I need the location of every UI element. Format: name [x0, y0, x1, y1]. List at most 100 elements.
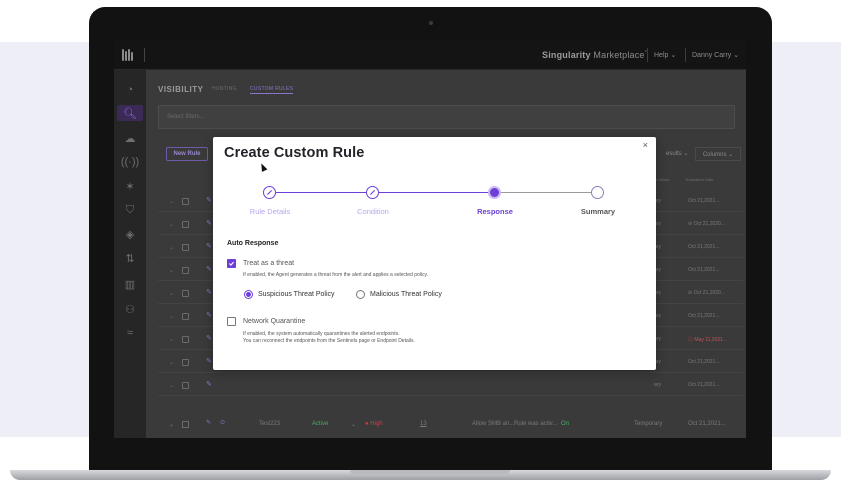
user-icon[interactable]: ⚇	[122, 301, 138, 317]
reports-bars-icon[interactable]: ▥	[122, 276, 138, 292]
filter-placeholder: Select filters...	[167, 114, 205, 120]
expand-chevron-icon[interactable]: ⌄	[169, 336, 174, 343]
stage: Singularity Marketplace° Help ⌄ Danny Ca…	[0, 0, 841, 485]
modal-title: Create Custom Rule	[224, 145, 365, 161]
row-checkbox[interactable]	[182, 290, 189, 297]
checkmark-icon	[229, 261, 235, 266]
row-checkbox[interactable]	[182, 267, 189, 274]
rule-name[interactable]: Test223	[259, 421, 280, 427]
expand-chevron-icon[interactable]: ⌄	[169, 267, 174, 274]
table-row[interactable]: ⌄ ✎ ary Oct 21,2021...	[158, 375, 743, 396]
table-row[interactable]: ⌄ ✎ ⊙ Test223 Active ⌄ ● High 13 Allow S…	[158, 414, 743, 435]
tab-custom-rules[interactable]: CUSTOM RULES	[250, 86, 294, 94]
user-menu[interactable]: Danny Carry ⌄	[692, 51, 739, 59]
rule-mode: ary	[654, 382, 661, 388]
visibility-search-icon[interactable]: 🔍︎	[117, 105, 143, 121]
edit-pencil-icon[interactable]: ✎	[206, 265, 212, 273]
row-checkbox[interactable]	[182, 382, 189, 389]
row-checkbox[interactable]	[182, 359, 189, 366]
suspicious-policy-radio[interactable]	[244, 290, 253, 299]
malicious-policy-label[interactable]: Malicious Threat Policy	[370, 291, 442, 298]
sync-icon[interactable]: ⇅	[122, 250, 138, 266]
expand-chevron-icon[interactable]: ⌄	[169, 221, 174, 228]
edit-pencil-icon[interactable]: ✎	[206, 311, 212, 319]
edit-pencil-icon[interactable]: ✎	[206, 288, 212, 296]
treat-as-threat-description: If enabled, the Agent generates a threat…	[243, 272, 429, 278]
shield-icon[interactable]: ⛉	[122, 202, 138, 218]
rule-date: Oct 21,2021...	[688, 313, 720, 319]
rule-mode: Temporary	[634, 421, 663, 427]
settings-sliders-icon[interactable]: ≈	[122, 325, 138, 341]
cloud-icon[interactable]: ☁	[122, 130, 138, 146]
rule-date: Oct 21,2021...	[688, 244, 720, 250]
row-checkbox[interactable]	[182, 244, 189, 251]
edit-pencil-icon[interactable]: ✎	[206, 334, 212, 342]
marketplace-brand[interactable]: Singularity Marketplace°	[542, 50, 647, 60]
malicious-policy-radio[interactable]	[356, 290, 365, 299]
row-checkbox[interactable]	[182, 421, 189, 428]
stepper-connector	[501, 192, 593, 193]
signal-icon[interactable]: ((·))	[121, 154, 139, 170]
treat-as-threat-label[interactable]: Treat as a threat	[243, 260, 294, 267]
diamond-icon[interactable]: ◈	[122, 226, 138, 242]
rule-action: Allow SMB an...	[472, 421, 515, 427]
expand-chevron-icon[interactable]: ⌄	[169, 382, 174, 389]
columns-dropdown[interactable]: Columns ⌄	[695, 147, 741, 161]
row-checkbox[interactable]	[182, 221, 189, 228]
column-header-expiration-date[interactable]: Expiration Date	[686, 177, 713, 182]
help-menu[interactable]: Help ⌄	[654, 51, 676, 59]
expand-chevron-icon[interactable]: ⌄	[169, 313, 174, 320]
expand-chevron-icon[interactable]: ⌄	[169, 421, 174, 428]
step-response[interactable]	[488, 186, 501, 199]
close-icon[interactable]: ×	[643, 140, 648, 150]
tab-hunting[interactable]: HUNTING	[212, 86, 237, 92]
rule-date: Oct 21,2021...	[688, 198, 720, 204]
history-icon[interactable]: ⊙	[220, 419, 225, 426]
expand-chevron-icon[interactable]: ⌄	[169, 359, 174, 366]
stepper-connector	[270, 192, 366, 193]
expand-chevron-icon[interactable]: ⌄	[169, 290, 174, 297]
edit-pencil-icon[interactable]: ✎	[206, 219, 212, 227]
app-header: Singularity Marketplace° Help ⌄ Danny Ca…	[114, 40, 746, 70]
results-dropdown[interactable]: esults ⌄	[666, 150, 688, 157]
page-title: VISIBILITY	[158, 85, 204, 94]
header-divider	[144, 48, 145, 62]
step-label-rule-details: Rule Details	[249, 207, 291, 216]
star-burst-icon[interactable]: ✶	[122, 178, 138, 194]
dashboard-gauge-icon[interactable]: ◔	[122, 82, 138, 98]
step-label-summary: Summary	[580, 207, 616, 216]
new-rule-button[interactable]: New Rule	[166, 147, 208, 161]
row-checkbox[interactable]	[182, 313, 189, 320]
step-label-response: Response	[477, 207, 513, 216]
step-summary[interactable]	[591, 186, 604, 199]
network-quarantine-description-1: If enabled, the system automatically qua…	[243, 331, 400, 337]
row-checkbox[interactable]	[182, 336, 189, 343]
section-title: Auto Response	[227, 240, 279, 247]
network-quarantine-label[interactable]: Network Quarantine	[243, 318, 305, 325]
rule-count[interactable]: 13	[420, 421, 427, 427]
row-checkbox[interactable]	[182, 198, 189, 205]
rule-severity: ● High	[365, 421, 383, 427]
header-divider	[647, 48, 648, 62]
header-divider	[685, 48, 686, 62]
step-rule-details[interactable]	[263, 186, 276, 199]
suspicious-policy-label[interactable]: Suspicious Threat Policy	[258, 291, 335, 298]
edit-pencil-icon[interactable]: ✎	[206, 196, 212, 204]
treat-as-threat-checkbox[interactable]	[227, 259, 236, 268]
rule-date: Oct 21,2021...	[688, 421, 726, 427]
edit-pencil-icon[interactable]: ✎	[206, 419, 211, 426]
step-label-condition: Condition	[357, 207, 389, 216]
status-chevron-icon[interactable]: ⌄	[351, 421, 356, 428]
step-condition[interactable]	[366, 186, 379, 199]
edit-pencil-icon[interactable]: ✎	[206, 242, 212, 250]
expand-chevron-icon[interactable]: ⌄	[169, 198, 174, 205]
column-header-expiration-mode[interactable]: on Mode	[654, 177, 670, 182]
edit-pencil-icon[interactable]: ✎	[206, 380, 212, 388]
rule-state: On	[561, 421, 570, 427]
network-quarantine-checkbox[interactable]	[227, 317, 236, 326]
expand-chevron-icon[interactable]: ⌄	[169, 244, 174, 251]
filter-input[interactable]: Select filters...	[158, 105, 735, 129]
edit-pencil-icon[interactable]: ✎	[206, 357, 212, 365]
rule-date: Oct 21,2021...	[688, 359, 720, 365]
pencil-icon	[370, 190, 375, 195]
